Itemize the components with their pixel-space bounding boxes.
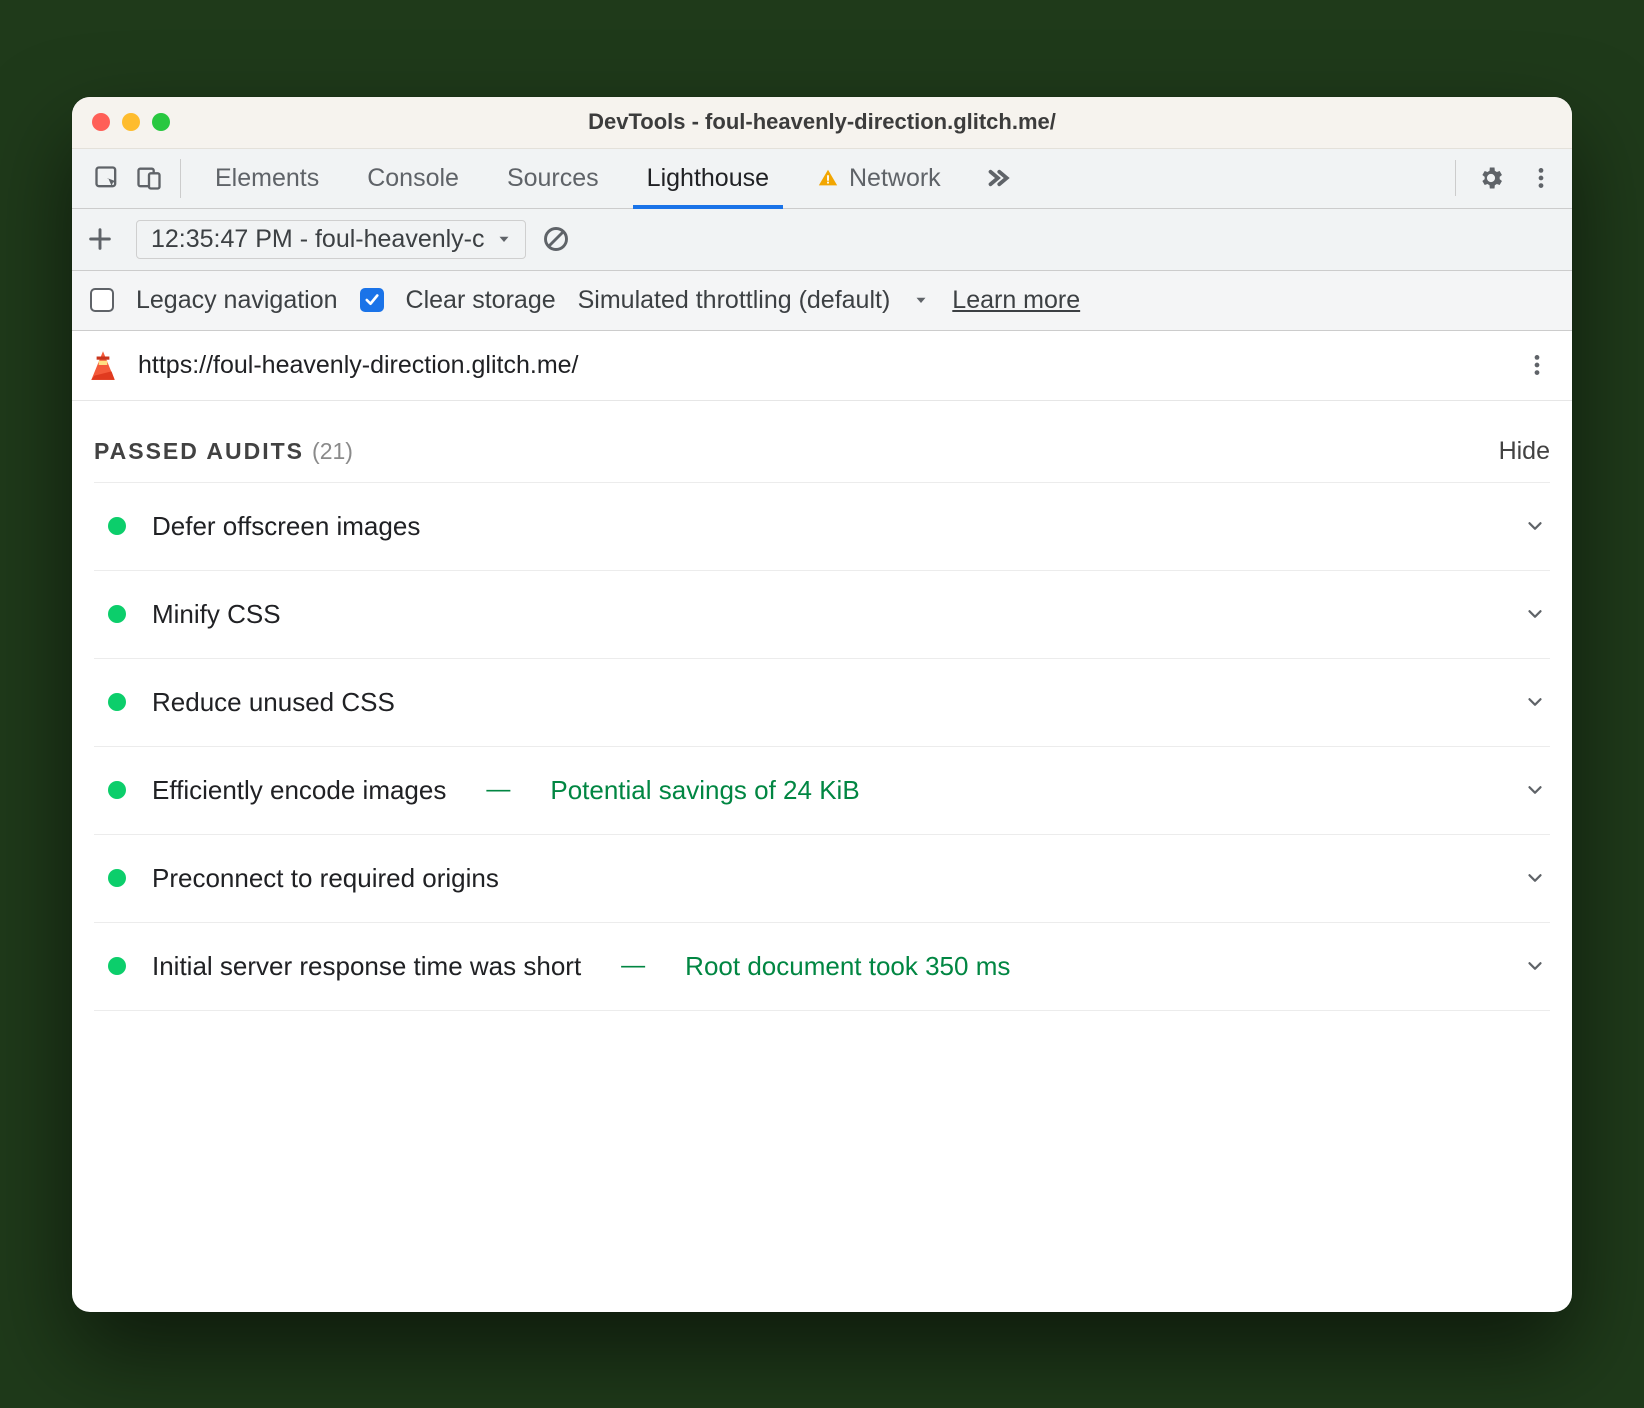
learn-more-link[interactable]: Learn more — [952, 286, 1080, 315]
pass-bullet-icon — [108, 693, 126, 711]
audit-detail: Potential savings of 24 KiB — [550, 775, 859, 806]
chevron-down-icon — [495, 230, 513, 248]
report-kebab-menu[interactable] — [1524, 352, 1550, 378]
legacy-navigation-label: Legacy navigation — [136, 286, 338, 315]
audit-row[interactable]: Efficiently encode images — Potential savi… — [94, 746, 1550, 834]
audit-title: Minify CSS — [152, 599, 281, 630]
report-header: https://foul-heavenly-direction.glitch.m… — [72, 331, 1572, 401]
report-url[interactable]: https://foul-heavenly-direction.glitch.m… — [138, 351, 579, 380]
new-report-button[interactable] — [86, 225, 120, 253]
passed-audits-section: PASSED AUDITS (21) Hide Defer offscreen … — [72, 401, 1572, 1312]
clear-report-button[interactable] — [542, 225, 576, 253]
chevron-down-icon — [1524, 515, 1546, 537]
pass-bullet-icon — [108, 957, 126, 975]
detail-dash: — — [621, 952, 645, 980]
tab-console[interactable]: Console — [343, 149, 483, 208]
titlebar: DevTools - foul-heavenly-direction.glitc… — [72, 97, 1572, 149]
audit-title: Efficiently encode images — [152, 775, 446, 806]
tab-label: Lighthouse — [647, 164, 769, 193]
chevron-down-icon — [1524, 779, 1546, 801]
legacy-navigation-checkbox[interactable] — [90, 288, 114, 312]
window-title: DevTools - foul-heavenly-direction.glitc… — [72, 109, 1572, 135]
throttling-label: Simulated throttling (default) — [578, 286, 891, 315]
report-select-label: 12:35:47 PM - foul-heavenly-c — [151, 225, 485, 254]
close-window-icon[interactable] — [92, 113, 110, 131]
chevron-down-icon — [1524, 603, 1546, 625]
divider — [180, 159, 181, 198]
chevron-down-icon — [1524, 867, 1546, 889]
audit-list: Defer offscreen images Minify CSS Reduce u… — [94, 482, 1550, 1011]
tab-label: Elements — [215, 164, 319, 193]
minimize-window-icon[interactable] — [122, 113, 140, 131]
warning-triangle-icon — [817, 167, 839, 189]
audit-detail: Root document took 350 ms — [685, 951, 1010, 982]
pass-bullet-icon — [108, 869, 126, 887]
report-select[interactable]: 12:35:47 PM - foul-heavenly-c — [136, 220, 526, 259]
detail-dash: — — [486, 776, 510, 804]
pass-bullet-icon — [108, 517, 126, 535]
clear-storage-label: Clear storage — [406, 286, 556, 315]
section-header[interactable]: PASSED AUDITS (21) Hide — [94, 401, 1550, 482]
section-title: PASSED AUDITS — [94, 438, 304, 465]
audit-title: Preconnect to required origins — [152, 863, 499, 894]
lighthouse-logo-icon — [86, 348, 120, 382]
tabbar-right-controls — [1451, 149, 1562, 208]
audit-row[interactable]: Minify CSS — [94, 570, 1550, 658]
maximize-window-icon[interactable] — [152, 113, 170, 131]
lighthouse-options: Legacy navigation Clear storage Simulate… — [72, 271, 1572, 331]
tab-lighthouse[interactable]: Lighthouse — [623, 149, 793, 208]
audit-title: Initial server response time was short — [152, 951, 581, 982]
panel-tabbar: Elements Console Sources Lighthouse Netw… — [72, 149, 1572, 209]
audit-title: Reduce unused CSS — [152, 687, 395, 718]
audit-title: Defer offscreen images — [152, 511, 420, 542]
clear-storage-checkbox[interactable] — [360, 288, 384, 312]
tab-sources[interactable]: Sources — [483, 149, 623, 208]
pass-bullet-icon — [108, 781, 126, 799]
audit-row[interactable]: Defer offscreen images — [94, 482, 1550, 570]
chevron-down-icon — [1524, 691, 1546, 713]
kebab-menu-button[interactable] — [1520, 165, 1562, 191]
audit-row[interactable]: Initial server response time was short — R… — [94, 922, 1550, 1011]
tabs: Elements Console Sources Lighthouse Netw… — [191, 149, 965, 208]
tab-label: Sources — [507, 164, 599, 193]
section-count: (21) — [312, 438, 353, 465]
device-toggle-icon[interactable] — [128, 149, 170, 208]
lighthouse-toolbar: 12:35:47 PM - foul-heavenly-c — [72, 209, 1572, 271]
chevron-down-icon — [1524, 955, 1546, 977]
tab-label: Console — [367, 164, 459, 193]
window-controls — [72, 113, 170, 131]
devtools-window: DevTools - foul-heavenly-direction.glitc… — [72, 97, 1572, 1312]
more-tabs-button[interactable] — [965, 149, 1031, 208]
divider — [1455, 160, 1456, 196]
tab-elements[interactable]: Elements — [191, 149, 343, 208]
chevron-down-icon[interactable] — [912, 291, 930, 309]
audit-row[interactable]: Reduce unused CSS — [94, 658, 1550, 746]
tab-label: Network — [849, 164, 941, 193]
pass-bullet-icon — [108, 605, 126, 623]
hide-button[interactable]: Hide — [1499, 437, 1550, 466]
settings-button[interactable] — [1470, 164, 1512, 192]
inspect-element-icon[interactable] — [86, 149, 128, 208]
audit-row[interactable]: Preconnect to required origins — [94, 834, 1550, 922]
tab-network[interactable]: Network — [793, 149, 965, 208]
